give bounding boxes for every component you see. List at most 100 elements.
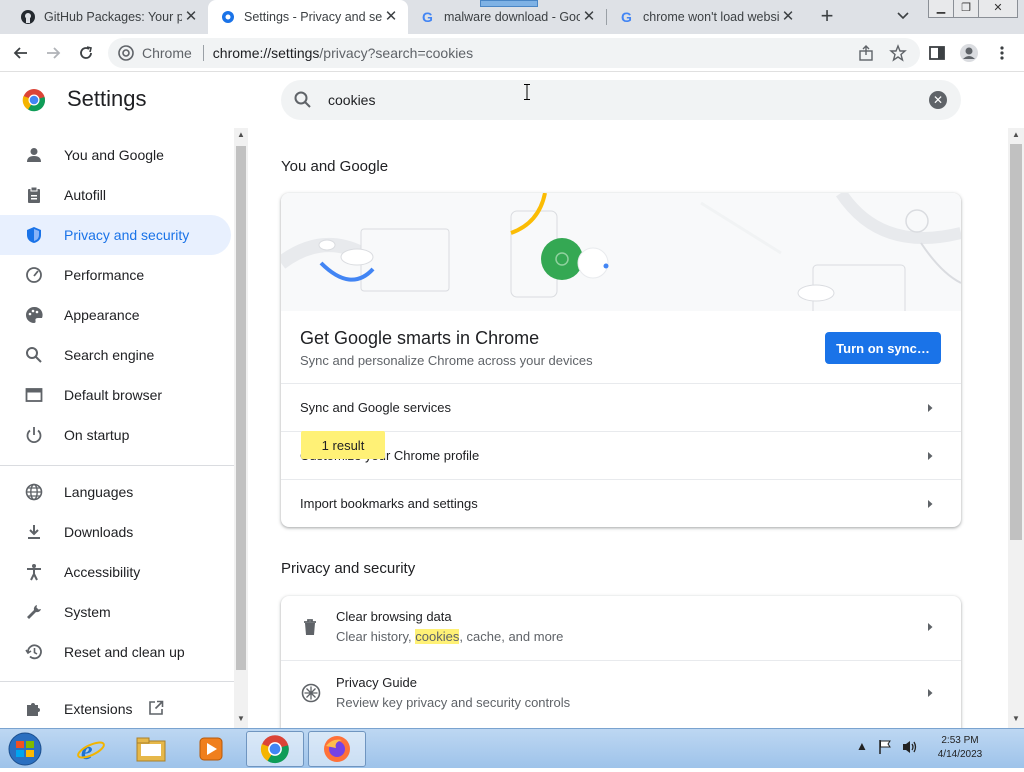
omnibox-divider: [202, 45, 204, 61]
scroll-up-arrow-icon[interactable]: ▲: [234, 130, 248, 139]
shield-icon: [24, 225, 44, 245]
sidebar-item-label: Reset and clean up: [64, 644, 185, 660]
new-tab-button[interactable]: +: [815, 5, 839, 29]
arrow-right-icon: [928, 452, 933, 460]
arrow-right-icon: [928, 404, 933, 412]
sidebar-item-label: Autofill: [64, 187, 107, 203]
google-icon: G: [420, 9, 436, 25]
google-icon: G: [619, 9, 635, 25]
side-panel-icon[interactable]: [927, 43, 947, 63]
privacy-guide-row[interactable]: Privacy Guide Review key privacy and sec…: [281, 660, 961, 726]
puzzle-icon: [24, 699, 44, 719]
privacy-and-security-card: Clear browsing data Clear history, cooki…: [281, 596, 961, 728]
profile-avatar-icon[interactable]: [959, 43, 979, 63]
settings-search-input[interactable]: [326, 88, 886, 112]
tab-chrome-wont-load[interactable]: G chrome won't load websit ✕: [607, 0, 805, 34]
reload-button[interactable]: [73, 40, 99, 66]
sidebar-item-extensions[interactable]: Extensions: [0, 689, 231, 729]
restore-button[interactable]: ❐: [953, 0, 979, 18]
scrollbar-thumb[interactable]: [1010, 144, 1022, 540]
sidebar-item-you-and-google[interactable]: You and Google: [0, 135, 231, 175]
browser-window-icon: [24, 385, 44, 405]
row-subtitle: Clear history, cookies, cache, and more: [336, 629, 563, 644]
back-arrow-icon: [13, 47, 27, 59]
site-label: Chrome: [142, 45, 192, 61]
sidebar-item-downloads[interactable]: Downloads: [0, 512, 231, 552]
media-player-icon[interactable]: [182, 731, 240, 767]
sidebar-item-accessibility[interactable]: Accessibility: [0, 552, 231, 592]
sidebar-item-label: Default browser: [64, 387, 163, 403]
window-close-button[interactable]: ✕: [978, 0, 1018, 18]
search-highlight: cookies: [415, 629, 460, 644]
tab-github-packages[interactable]: GitHub Packages: Your p ✕: [8, 0, 208, 34]
internet-explorer-icon[interactable]: e: [62, 731, 120, 767]
sidebar-scrollbar[interactable]: ▲ ▼: [234, 128, 248, 728]
row-title: Privacy Guide: [336, 675, 417, 690]
clipboard-icon: [24, 185, 44, 205]
file-explorer-icon[interactable]: [122, 731, 180, 767]
clock-time: 2:53 PM: [941, 735, 979, 746]
sidebar-item-appearance[interactable]: Appearance: [0, 295, 231, 335]
palette-icon: [24, 305, 44, 325]
sync-and-google-services-row[interactable]: Sync and Google services: [281, 383, 961, 431]
scroll-up-arrow-icon[interactable]: ▲: [1009, 130, 1023, 139]
wrench-icon: [24, 602, 44, 622]
show-hidden-icons-icon[interactable]: ▲: [856, 739, 868, 753]
volume-icon[interactable]: [901, 739, 919, 758]
sidebar-item-search-engine[interactable]: Search engine: [0, 335, 231, 375]
main-scrollbar[interactable]: ▲ ▼: [1008, 128, 1024, 728]
sidebar-item-label: Privacy and security: [64, 227, 190, 243]
chrome-site-icon: [118, 45, 134, 61]
scroll-down-arrow-icon[interactable]: ▼: [1009, 714, 1023, 723]
start-button[interactable]: [5, 731, 45, 767]
scrollbar-thumb[interactable]: [236, 146, 246, 670]
windows-taskbar: e ▲ 2:53 PM 4/14/2023: [0, 728, 1024, 768]
chrome-icon[interactable]: [246, 731, 304, 767]
sidebar-item-label: Downloads: [64, 524, 134, 540]
sidebar-item-system[interactable]: System: [0, 592, 231, 632]
kebab-menu-icon[interactable]: [992, 43, 1012, 63]
promo-title: Get Google smarts in Chrome: [300, 328, 540, 348]
url-text: chrome://settings/privacy?search=cookies: [213, 45, 473, 61]
action-center-flag-icon[interactable]: [877, 739, 893, 758]
sidebar-item-label: Search engine: [64, 347, 155, 363]
svg-text:G: G: [422, 9, 433, 25]
close-icon[interactable]: ✕: [779, 8, 797, 26]
address-bar[interactable]: Chrome chrome://settings/privacy?search=…: [108, 38, 920, 68]
trash-icon: [302, 618, 318, 639]
sidebar-item-reset-and-clean-up[interactable]: Reset and clean up: [0, 632, 231, 672]
sidebar-item-on-startup[interactable]: On startup: [0, 415, 231, 455]
settings-search-box[interactable]: ✕: [281, 80, 961, 120]
speedometer-icon: [24, 265, 44, 285]
back-button[interactable]: [8, 40, 34, 66]
sidebar-item-languages[interactable]: Languages: [0, 472, 231, 512]
minimize-button[interactable]: ▁: [928, 0, 954, 18]
turn-on-sync-button[interactable]: Turn on sync…: [825, 332, 941, 364]
sidebar-item-privacy-and-security[interactable]: Privacy and security: [0, 215, 231, 255]
scroll-down-arrow-icon[interactable]: ▼: [234, 714, 248, 723]
clear-browsing-data-row[interactable]: Clear browsing data Clear history, cooki…: [281, 596, 961, 660]
firefox-icon[interactable]: [308, 731, 366, 767]
forward-button[interactable]: [40, 40, 66, 66]
sidebar-item-default-browser[interactable]: Default browser: [0, 375, 231, 415]
close-icon[interactable]: ✕: [182, 8, 200, 26]
system-clock[interactable]: 2:53 PM 4/14/2023: [930, 734, 990, 762]
power-icon: [24, 425, 44, 445]
tab-settings[interactable]: Settings - Privacy and se ✕: [208, 0, 408, 34]
clear-search-icon[interactable]: ✕: [929, 91, 947, 109]
text-cursor-icon: [524, 84, 530, 100]
bookmark-star-icon[interactable]: [888, 43, 908, 63]
sidebar-item-autofill[interactable]: Autofill: [0, 175, 231, 215]
sidebar-divider: [0, 465, 234, 466]
clock-date: 4/14/2023: [937, 749, 983, 760]
tab-title: chrome won't load websit: [643, 10, 779, 24]
tab-search-chevron-icon[interactable]: [896, 8, 914, 26]
sidebar-item-performance[interactable]: Performance: [0, 255, 231, 295]
compass-icon: [301, 683, 321, 706]
github-icon: [20, 9, 36, 25]
share-icon[interactable]: [856, 43, 876, 63]
import-bookmarks-row[interactable]: Import bookmarks and settings: [281, 479, 961, 527]
tab-title: Settings - Privacy and se: [244, 10, 382, 24]
close-icon[interactable]: ✕: [580, 8, 598, 26]
close-icon[interactable]: ✕: [382, 8, 400, 26]
